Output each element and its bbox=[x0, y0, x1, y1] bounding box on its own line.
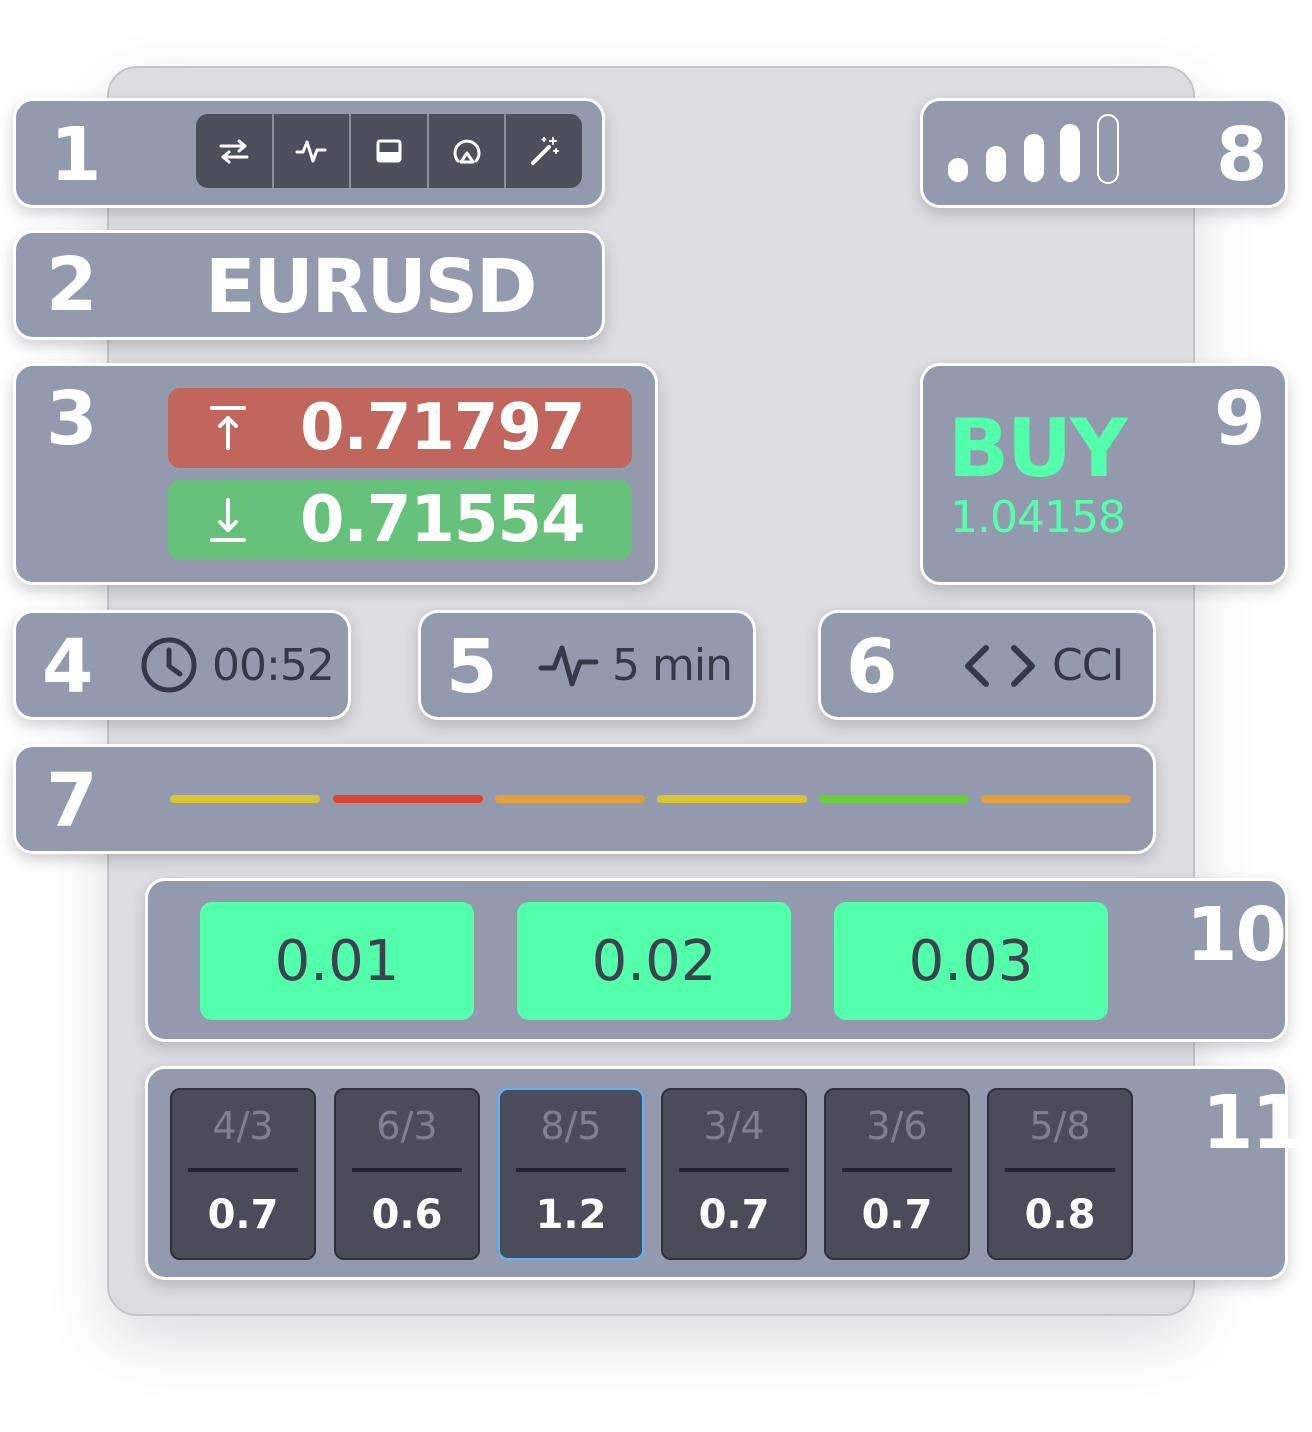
panel-number-4: 4 bbox=[42, 624, 93, 710]
strength-segment bbox=[657, 795, 807, 803]
ratio-card[interactable]: 3/4 0.7 bbox=[661, 1088, 807, 1260]
ratio-top: 4/3 bbox=[212, 1104, 274, 1148]
ratio-top: 5/8 bbox=[1029, 1104, 1091, 1148]
lower-level-value: 0.71554 bbox=[300, 483, 585, 557]
ratio-divider bbox=[1005, 1168, 1115, 1172]
ratio-bottom: 0.6 bbox=[371, 1192, 443, 1238]
panel-number-6: 6 bbox=[846, 624, 897, 710]
clock-icon bbox=[141, 637, 197, 693]
indicator-value: CCI bbox=[1052, 640, 1124, 691]
tool-bar bbox=[196, 114, 582, 188]
panel-number-2: 2 bbox=[46, 242, 97, 328]
magic-wand-icon bbox=[531, 137, 560, 165]
signal-bar bbox=[1060, 124, 1080, 182]
signal-bar bbox=[948, 158, 968, 182]
ratio-divider bbox=[352, 1168, 462, 1172]
strength-segment bbox=[495, 795, 645, 803]
tool-window[interactable] bbox=[351, 114, 429, 188]
ratio-card[interactable]: 3/6 0.7 bbox=[824, 1088, 970, 1260]
ratio-top: 3/4 bbox=[703, 1104, 765, 1148]
ratio-bottom: 0.8 bbox=[1024, 1192, 1096, 1238]
lot-button[interactable]: 0.01 bbox=[200, 902, 474, 1020]
ratio-top: 8/5 bbox=[540, 1104, 602, 1148]
lot-button[interactable]: 0.03 bbox=[834, 902, 1108, 1020]
gauge-icon bbox=[453, 139, 481, 164]
swap-arrows-icon bbox=[219, 139, 249, 164]
strength-segment bbox=[170, 795, 320, 803]
strength-segment bbox=[981, 795, 1131, 803]
window-icon bbox=[376, 139, 402, 163]
panel-number-5: 5 bbox=[446, 624, 497, 710]
strength-segment bbox=[333, 795, 483, 803]
ratio-bottom: 1.2 bbox=[535, 1192, 607, 1238]
panel-number-11: 11 bbox=[1202, 1080, 1303, 1166]
tool-gauge[interactable] bbox=[429, 114, 507, 188]
direction-price: 1.04158 bbox=[950, 492, 1126, 543]
direction-label: BUY bbox=[948, 402, 1128, 495]
panel-number-3: 3 bbox=[46, 376, 97, 462]
signal-bar bbox=[986, 146, 1006, 182]
code-brackets-icon bbox=[965, 645, 1035, 687]
ratio-bottom: 0.7 bbox=[861, 1192, 933, 1238]
ratio-bottom: 0.7 bbox=[698, 1192, 770, 1238]
signal-bar-empty bbox=[1097, 114, 1119, 184]
ratio-divider bbox=[516, 1168, 626, 1172]
ratio-top: 6/3 bbox=[376, 1104, 438, 1148]
tool-magic[interactable] bbox=[506, 114, 582, 188]
timer-value: 00:52 bbox=[212, 640, 335, 691]
strength-segment bbox=[819, 795, 969, 803]
ratio-card[interactable]: 5/8 0.8 bbox=[987, 1088, 1133, 1260]
signal-bar bbox=[1024, 134, 1044, 182]
ratio-bottom: 0.7 bbox=[207, 1192, 279, 1238]
arrow-up-to-line-icon bbox=[210, 406, 246, 450]
lot-button[interactable]: 0.02 bbox=[517, 902, 791, 1020]
upper-level-row[interactable]: 0.71797 bbox=[168, 388, 632, 468]
ratio-divider bbox=[188, 1168, 298, 1172]
lower-level-row[interactable]: 0.71554 bbox=[168, 480, 632, 560]
ratio-card-selected[interactable]: 8/5 1.2 bbox=[498, 1088, 644, 1260]
ratio-top: 3/6 bbox=[866, 1104, 928, 1148]
ratio-card[interactable]: 6/3 0.6 bbox=[334, 1088, 480, 1260]
upper-level-value: 0.71797 bbox=[300, 391, 585, 465]
ratio-divider bbox=[679, 1168, 789, 1172]
pulse-wave-icon bbox=[538, 645, 599, 687]
symbol-label: EURUSD bbox=[205, 244, 537, 330]
panel-number-9: 9 bbox=[1214, 376, 1265, 462]
timeframe-value: 5 min bbox=[612, 640, 733, 691]
ratio-divider bbox=[842, 1168, 952, 1172]
ratio-card[interactable]: 4/3 0.7 bbox=[170, 1088, 316, 1260]
tool-pulse[interactable] bbox=[274, 114, 352, 188]
tool-swap[interactable] bbox=[196, 114, 274, 188]
panel-number-8: 8 bbox=[1216, 112, 1267, 198]
arrow-down-to-line-icon bbox=[210, 498, 246, 542]
panel-number-10: 10 bbox=[1186, 892, 1287, 978]
panel-number-1: 1 bbox=[50, 112, 101, 198]
panel-number-7: 7 bbox=[46, 758, 97, 844]
pulse-wave-icon bbox=[295, 140, 327, 163]
